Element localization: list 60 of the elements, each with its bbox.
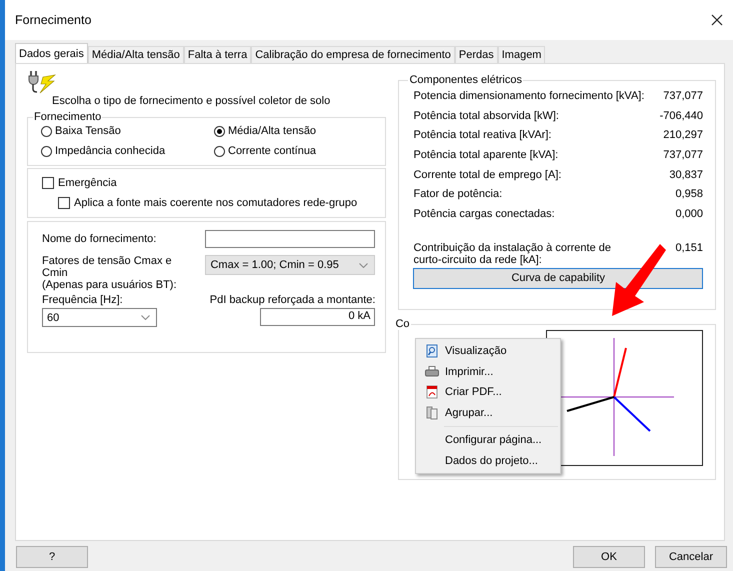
window-title: Fornecimento [15, 13, 92, 27]
value-text: 30,837 [669, 168, 703, 181]
tab[interactable]: Média/Alta tensão [88, 46, 184, 63]
radio-option[interactable]: Corrente contínua [214, 145, 374, 157]
chevron-icon [359, 262, 368, 268]
help-button[interactable]: ? [16, 546, 88, 568]
value-text: 737,077 [663, 90, 703, 102]
pdf-icon [426, 385, 438, 400]
tab[interactable]: Calibração do empresa de fornecimento [251, 46, 455, 63]
radio-option[interactable]: Impedância conhecida [41, 145, 214, 157]
ok-button[interactable]: OK [573, 546, 645, 568]
value-text: 0,000 [675, 208, 703, 220]
value-text: -706,440 [660, 110, 703, 122]
pages-icon [426, 406, 438, 420]
group-title: Co [394, 318, 411, 330]
group-title: Componentes elétricos [408, 74, 523, 86]
close-icon[interactable] [711, 14, 723, 26]
menu-item[interactable]: Configurar página... [416, 430, 560, 450]
menu-item[interactable]: Criar PDF... [416, 382, 560, 402]
field-label: PdI backup reforçada a montante: [210, 294, 376, 306]
instruction-text: Escolha o tipo de fornecimento e possível coletor de solo [52, 95, 332, 107]
backup-field[interactable]: 0 kA [260, 308, 376, 326]
tab[interactable]: Perdas [454, 46, 498, 63]
value-label: Potência cargas conectadas: [413, 208, 555, 220]
tab[interactable]: Imagem [498, 46, 546, 63]
value-text: 210,297 [663, 129, 703, 142]
value-label: Fator de potência: [413, 188, 502, 200]
capability-curve-button[interactable]: Curva de capability [413, 268, 703, 289]
radio-option[interactable]: Média/Alta tensão [214, 125, 374, 137]
group-title: Fornecimento [33, 111, 102, 123]
checkbox-option[interactable]: Aplica a fonte mais coerente nos comutadores rede-grupo [58, 197, 376, 209]
factors-dropdown[interactable]: Cmax = 1.00; Cmin = 0.95 [205, 255, 376, 275]
menu-item[interactable]: Imprimir... [416, 362, 560, 382]
field-label: Frequência [Hz]: [42, 294, 124, 306]
radio-option[interactable]: Baixa Tensão [41, 125, 214, 137]
field-label: Fatores de tensão Cmax e Cmin [42, 255, 173, 279]
value-text: 0,958 [675, 188, 703, 200]
value-label: Corrente total de emprego [A]: [413, 168, 562, 181]
field-note: (Apenas para usuários BT): [42, 279, 178, 291]
field-label: Nome do fornecimento: [42, 233, 156, 245]
value-text: 0,151 [675, 242, 703, 254]
value-label: Contribuição da instalação à corrente de curto-circuito da rede [kA]: [413, 242, 612, 266]
frequency-dropdown[interactable]: 60 [42, 308, 157, 327]
menu-item[interactable]: Agrupar... [416, 402, 560, 423]
value-label: Potência total absorvida [kW]: [413, 110, 559, 122]
tab[interactable]: Falta à terra [184, 46, 252, 63]
tab[interactable]: Dados gerais [15, 43, 88, 63]
value-text: 737,077 [663, 148, 703, 161]
plug-lightning-icon [27, 69, 57, 95]
value-label: Potencia dimensionamento fornecimento [kVA]: [413, 90, 644, 102]
menu-item[interactable]: Visualização [416, 341, 560, 362]
menu-item[interactable]: Dados do projeto... [416, 450, 560, 471]
value-label: Potência total aparente [kVA]: [413, 148, 558, 161]
checkbox-option[interactable]: Emergência [42, 177, 376, 189]
cancel-button[interactable]: Cancelar [655, 546, 727, 568]
magnifier-page-icon [426, 344, 438, 358]
printer-icon [425, 366, 439, 378]
chevron-icon [141, 315, 150, 320]
value-label: Potência total reativa [kVAr]: [413, 129, 552, 142]
name-field[interactable] [205, 230, 376, 248]
